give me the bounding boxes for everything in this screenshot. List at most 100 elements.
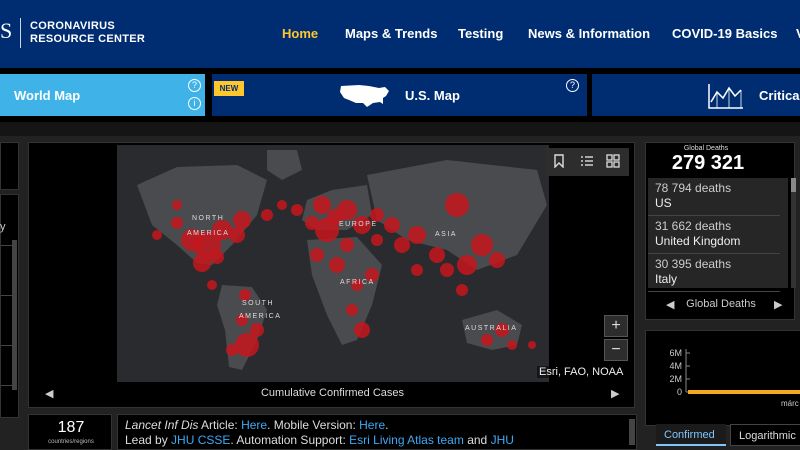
case-bubble[interactable] <box>250 323 264 337</box>
next-arrow-icon[interactable]: ▶ <box>774 298 782 311</box>
map-region-label: NORTH <box>192 215 225 222</box>
jhu-csse-link[interactable]: JHU CSSE <box>171 433 230 447</box>
case-bubble[interactable] <box>329 257 345 273</box>
esri-living-atlas-link[interactable]: Esri Living Atlas team <box>349 433 464 447</box>
help-icon[interactable]: ? <box>188 79 201 92</box>
case-bubble[interactable] <box>384 217 400 233</box>
case-bubble[interactable] <box>172 200 182 210</box>
case-bubble[interactable] <box>171 217 183 229</box>
nav-testing[interactable]: Testing <box>458 26 503 41</box>
case-bubble[interactable] <box>210 250 224 264</box>
case-bubble[interactable] <box>394 237 410 253</box>
case-bubble[interactable] <box>346 304 358 316</box>
next-arrow-icon[interactable]: ▶ <box>611 387 619 400</box>
basemap-gallery-icon[interactable] <box>605 154 621 170</box>
case-bubble[interactable] <box>340 238 354 252</box>
nav-maps-trends[interactable]: Maps & Trends <box>345 26 437 41</box>
brand-title[interactable]: CORONAVIRUS RESOURCE CENTER <box>30 20 145 46</box>
landmass <box>267 150 302 180</box>
list-item[interactable]: 78 794 deaths US <box>648 178 780 216</box>
case-bubble[interactable] <box>310 248 324 262</box>
case-bubble[interactable] <box>207 280 217 290</box>
map-region-label: AFRICA <box>340 279 375 286</box>
mobile-version-link[interactable]: Here <box>359 418 385 432</box>
help-icon[interactable]: ? <box>566 79 579 92</box>
map-region-label: EUROPE <box>339 221 378 228</box>
map-region-label: AMERICA <box>187 230 230 237</box>
scroll-thumb[interactable] <box>791 178 796 192</box>
y-tick-label: 4M <box>669 361 682 371</box>
article-link[interactable]: Here <box>241 418 267 432</box>
case-bubble[interactable] <box>456 284 468 296</box>
map-region-label: AUSTRALIA <box>465 325 518 332</box>
map-region-label: ASIA <box>435 231 457 238</box>
cases-chart-panel: 6M 4M 2M 0 márc <box>645 330 800 426</box>
jhu-link[interactable]: JHU <box>491 433 514 447</box>
list-item[interactable]: 31 662 deaths United Kingdom <box>648 216 780 254</box>
info-panel: Lancet Inf Dis Article: Here. Mobile Ver… <box>117 414 637 450</box>
map-toolbar <box>545 148 629 176</box>
map-panel: NORTH AMERICA EUROPE ASIA AFRICA SOUTH A… <box>28 142 635 408</box>
tab-critical-trends[interactable]: Critical <box>592 74 800 116</box>
zoom-in-button[interactable]: + <box>604 315 628 337</box>
case-bubble[interactable] <box>429 247 445 263</box>
info-line-2: Lead by JHU CSSE. Automation Support: Es… <box>125 433 514 447</box>
case-bubble[interactable] <box>313 196 331 214</box>
case-bubble[interactable] <box>226 344 238 356</box>
map-region-label: SOUTH <box>242 300 274 307</box>
case-bubble[interactable] <box>370 208 384 222</box>
left-panel-top <box>0 142 19 190</box>
nav-more[interactable]: V <box>796 26 800 41</box>
jhu-logo[interactable]: S <box>0 18 12 44</box>
tab-logarithmic[interactable]: Logarithmic <box>730 424 800 446</box>
case-bubble[interactable] <box>408 226 426 244</box>
case-bubble[interactable] <box>445 193 469 217</box>
case-bubble[interactable] <box>481 334 493 346</box>
deaths-scrollbar[interactable] <box>791 178 796 288</box>
nav-home[interactable]: Home <box>282 26 318 41</box>
case-bubble[interactable] <box>291 204 303 216</box>
case-bubble[interactable] <box>233 211 251 229</box>
left-scrollbar[interactable] <box>12 240 17 390</box>
case-bubble[interactable] <box>528 341 536 349</box>
info-scrollbar[interactable] <box>629 419 635 445</box>
case-bubble[interactable] <box>152 230 162 240</box>
brand-title-line1: CORONAVIRUS <box>30 20 115 32</box>
list-item[interactable]: 30 395 deaths Italy <box>648 254 780 292</box>
y-tick-label: 6M <box>669 348 682 358</box>
bookmark-icon[interactable] <box>551 154 567 170</box>
case-bubble[interactable] <box>457 255 477 275</box>
case-bubble[interactable] <box>371 234 383 246</box>
info-text: and <box>463 433 491 447</box>
case-bubble[interactable] <box>489 252 505 268</box>
global-deaths-total: 279 321 <box>671 152 745 174</box>
world-map-canvas[interactable] <box>117 145 549 382</box>
death-count: 31 662 deaths <box>655 219 732 233</box>
case-bubble[interactable] <box>261 209 273 221</box>
site-header: S CORONAVIRUS RESOURCE CENTER Home Maps … <box>0 0 800 68</box>
case-bubble[interactable] <box>337 200 357 220</box>
nav-covid-basics[interactable]: COVID-19 Basics <box>672 26 778 41</box>
case-bubble[interactable] <box>277 200 287 210</box>
list-icon[interactable] <box>579 154 595 170</box>
case-bubble[interactable] <box>229 227 245 243</box>
death-country: US <box>655 196 672 210</box>
deaths-list: 78 794 deaths US 31 662 deaths United Ki… <box>648 178 788 292</box>
case-bubble[interactable] <box>305 216 319 230</box>
nav-news-information[interactable]: News & Information <box>528 26 650 41</box>
case-bubble[interactable] <box>193 254 211 272</box>
tab-world-map[interactable]: World Map ? i <box>0 74 205 116</box>
y-tick-label: 0 <box>677 387 682 397</box>
case-bubble[interactable] <box>354 322 370 338</box>
info-text: Article: <box>198 418 242 432</box>
zoom-out-button[interactable]: − <box>604 339 628 361</box>
tab-us-map[interactable]: U.S. Map ? <box>212 74 587 116</box>
case-bubble[interactable] <box>440 263 454 277</box>
world-map[interactable]: NORTH AMERICA EUROPE ASIA AFRICA SOUTH A… <box>117 145 549 382</box>
case-bubble[interactable] <box>411 264 423 276</box>
case-bubble[interactable] <box>507 340 517 350</box>
info-icon[interactable]: i <box>188 97 201 110</box>
case-bubble[interactable] <box>471 234 493 256</box>
tab-confirmed[interactable]: Confirmed <box>656 424 726 446</box>
tab-us-map-label: U.S. Map <box>405 88 460 103</box>
